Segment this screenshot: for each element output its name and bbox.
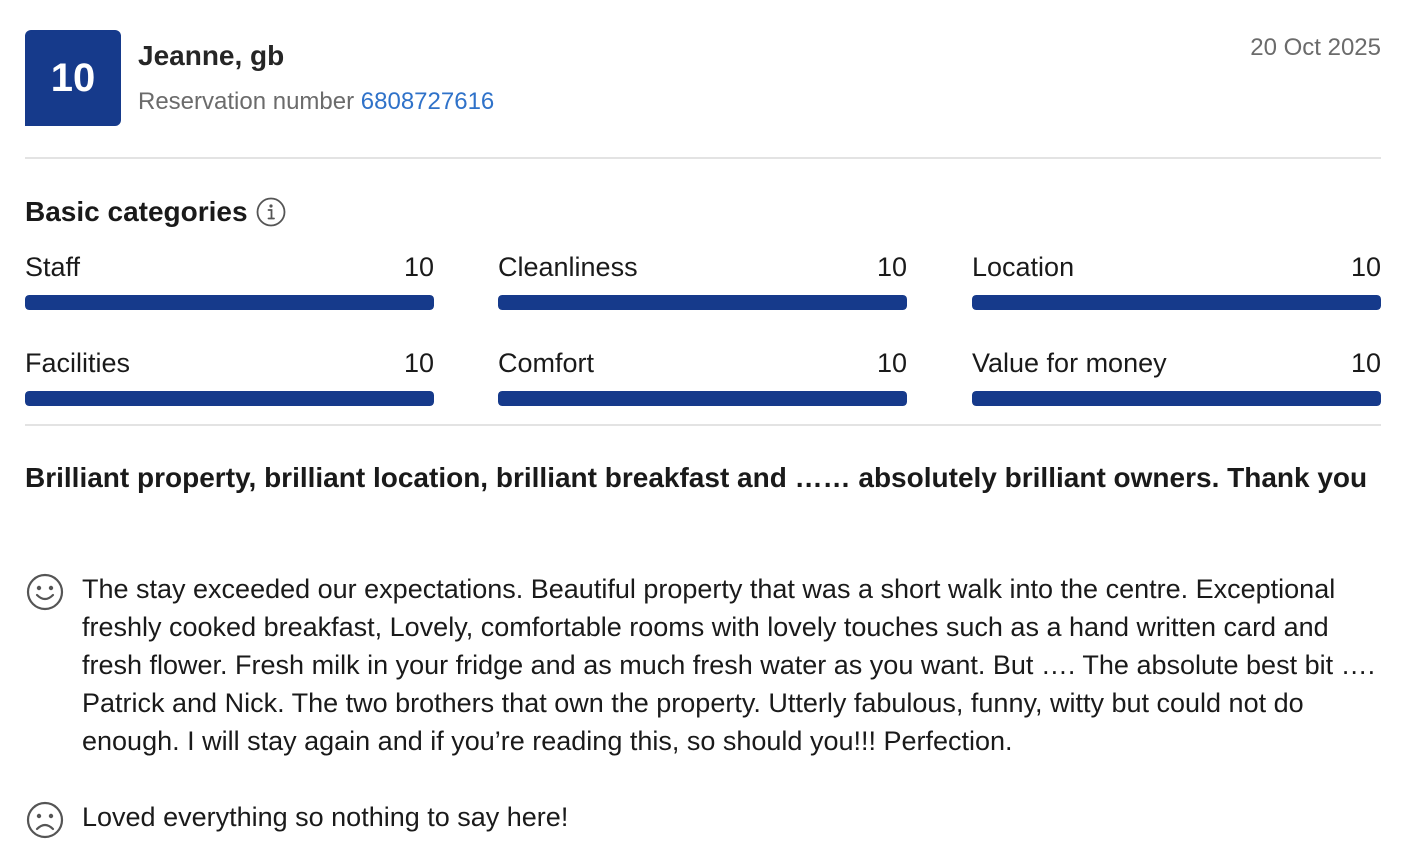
review-date: 20 Oct 2025 <box>1250 34 1381 61</box>
category-label: Comfort <box>498 348 595 378</box>
info-icon[interactable] <box>256 197 286 227</box>
score-bar-fill <box>25 295 434 310</box>
score-bar-fill <box>498 295 907 310</box>
reservation-line: Reservation number 6808727616 <box>138 88 494 116</box>
category-cleanliness: Cleanliness 10 <box>498 252 907 310</box>
review-title: Brilliant property, brilliant location, … <box>25 462 1368 493</box>
frown-icon <box>25 798 65 845</box>
category-score: 10 <box>1350 348 1381 378</box>
reservation-label: Reservation number <box>138 88 355 115</box>
score-bar <box>498 295 907 310</box>
negative-feedback: Loved everything so nothing to say here! <box>25 798 1381 845</box>
reservation-number-link[interactable]: 6808727616 <box>361 88 494 115</box>
category-facilities: Facilities 10 <box>25 348 434 406</box>
positive-text: The stay exceeded our expectations. Beau… <box>82 574 1376 756</box>
divider <box>25 424 1381 426</box>
category-value-for-money: Value for money 10 <box>972 348 1381 406</box>
score-bar-fill <box>25 391 434 406</box>
score-bar <box>498 391 907 406</box>
review-card: 10 Jeanne, gb Reservation number 6808727… <box>0 0 1408 864</box>
negative-text: Loved everything so nothing to say here! <box>82 802 569 832</box>
score-bar-fill <box>972 391 1381 406</box>
category-label: Cleanliness <box>498 252 638 282</box>
score-bar-fill <box>498 391 907 406</box>
smile-icon <box>25 570 65 617</box>
category-score: 10 <box>876 348 907 378</box>
category-label: Location <box>972 252 1075 282</box>
positive-feedback: The stay exceeded our expectations. Beau… <box>25 570 1381 760</box>
category-label: Staff <box>25 252 81 282</box>
category-location: Location 10 <box>972 252 1381 310</box>
category-label: Value for money <box>972 348 1167 378</box>
category-score: 10 <box>403 348 434 378</box>
reviewer-name: Jeanne, gb <box>138 40 285 71</box>
score-bar <box>972 295 1381 310</box>
category-score: 10 <box>403 252 434 282</box>
category-score: 10 <box>1350 252 1381 282</box>
score-bar <box>25 391 434 406</box>
score-badge: 10 <box>25 30 121 126</box>
categories-heading: Basic categories <box>25 196 286 228</box>
score-bar <box>972 391 1381 406</box>
divider <box>25 157 1381 159</box>
category-score: 10 <box>876 252 907 282</box>
categories-heading-text: Basic categories <box>25 196 248 227</box>
category-label: Facilities <box>25 348 131 378</box>
category-comfort: Comfort 10 <box>498 348 907 406</box>
score-bar <box>25 295 434 310</box>
category-staff: Staff 10 <box>25 252 434 310</box>
score-bar-fill <box>972 295 1381 310</box>
